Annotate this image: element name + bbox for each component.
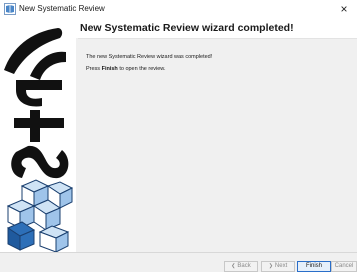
wizard-title: New Systematic Review wizard completed! (80, 22, 294, 34)
title-bar[interactable]: New Systematic Review × (0, 0, 357, 18)
finish-button[interactable]: Finish (297, 261, 331, 272)
sidebar-logo-panel (0, 18, 76, 252)
back-arrow-icon: ❮ (231, 263, 236, 269)
next-arrow-icon: ❯ (268, 263, 273, 269)
close-button[interactable]: × (333, 0, 355, 18)
instruction-finish-word: Finish (101, 66, 118, 72)
next-button[interactable]: ❯ Next (261, 261, 295, 272)
back-label: Back (237, 263, 251, 269)
wizard-content: The new Systematic Review wizard was com… (78, 39, 357, 252)
finish-label: Finish (305, 263, 322, 269)
back-button[interactable]: ❮ Back (224, 261, 258, 272)
start-logo (4, 28, 74, 252)
cancel-label: Cancel (334, 263, 354, 269)
cancel-button[interactable]: Cancel (331, 261, 357, 272)
completion-message: The new Systematic Review wizard was com… (86, 54, 213, 60)
close-icon: × (340, 2, 348, 16)
start-logo-icon (4, 3, 16, 15)
instruction-suffix: to open the review. (119, 66, 166, 72)
instruction-prefix: Press (86, 66, 101, 72)
wizard-footer: ❮ Back ❯ Next Finish Cancel (0, 253, 357, 272)
window-title: New Systematic Review (19, 4, 105, 13)
instruction-message: Press Finish to open the review. (86, 65, 166, 73)
next-label: Next (274, 263, 288, 269)
